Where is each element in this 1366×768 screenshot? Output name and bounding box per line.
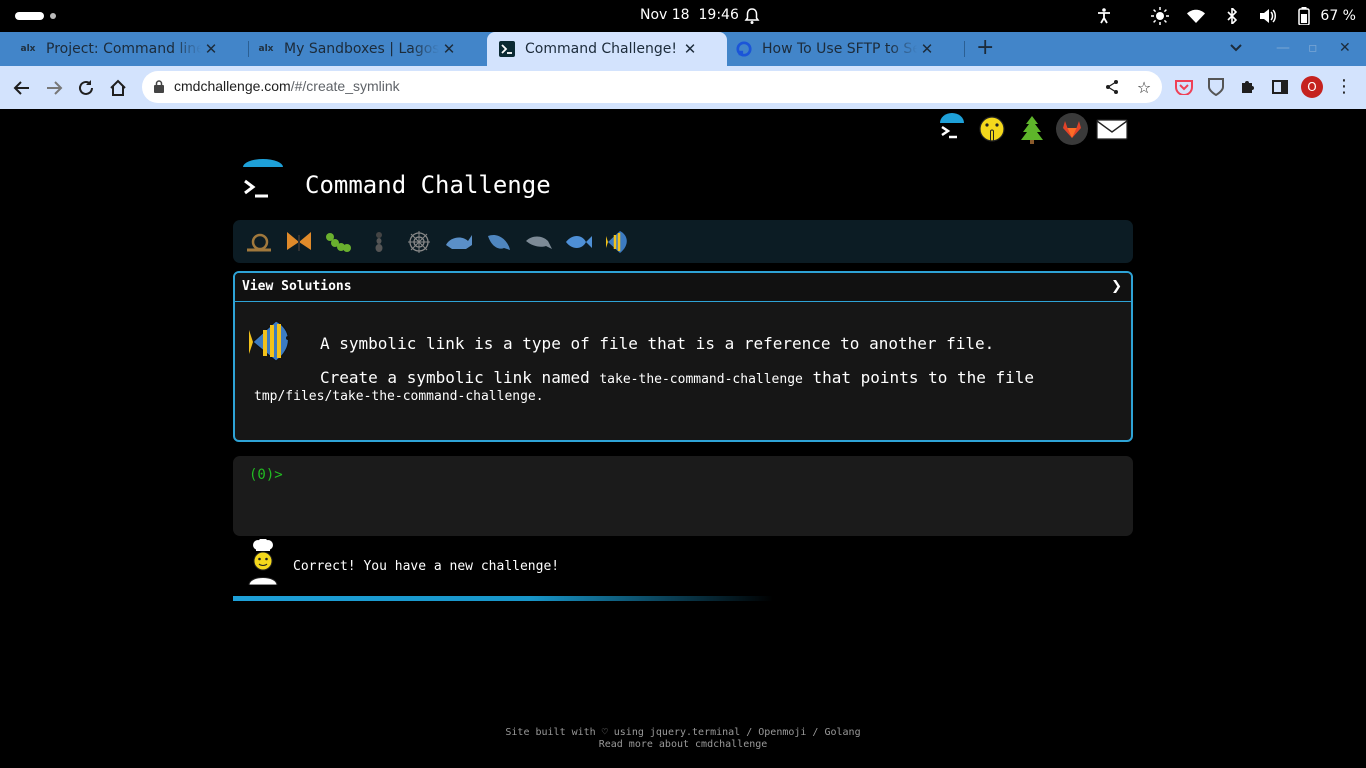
close-tab-icon[interactable]: ✕ [917, 40, 937, 58]
fish-icon[interactable] [559, 227, 599, 257]
footer: Site built with ♡ using jquery.terminal … [0, 727, 1366, 751]
cmdchallenge-logo-icon[interactable] [936, 113, 968, 145]
bookmark-star-icon[interactable]: ☆ [1134, 77, 1154, 97]
cmdchallenge-logo-icon [240, 159, 286, 203]
tab-strip: alx Project: Command line fo ✕ alx My Sa… [0, 32, 1366, 66]
view-solutions-toggle[interactable]: View Solutions ❯ [235, 273, 1131, 302]
challenge-level-bar [233, 220, 1133, 263]
tab-title: Command Challenge! [525, 41, 678, 57]
new-tab-button[interactable]: + [976, 37, 994, 59]
system-tray[interactable]: 67 % [1078, 6, 1356, 26]
close-tab-icon[interactable]: ✕ [439, 40, 459, 58]
menu-kebab-icon[interactable]: ⋮ [1335, 76, 1353, 97]
system-top-bar: Nov 18 19:46 67 % [0, 0, 1366, 32]
home-button[interactable] [106, 76, 130, 100]
footer-about-link[interactable]: Read more about cmdchallenge [0, 739, 1366, 751]
snail-icon[interactable] [239, 227, 279, 257]
social-links [936, 113, 1128, 145]
battery-percent: 67 % [1320, 8, 1356, 24]
minimize-button[interactable]: — [1276, 40, 1290, 56]
tab-my-sandboxes[interactable]: alx My Sandboxes | Lagos Int ✕ [238, 32, 486, 66]
tab-separator [964, 41, 965, 57]
workspace-dot[interactable] [50, 13, 56, 19]
bitwarden-icon[interactable] [1206, 77, 1226, 97]
share-icon[interactable] [1102, 77, 1122, 97]
chef-icon [247, 538, 279, 586]
tree-icon[interactable] [1016, 113, 1048, 145]
activities-indicator[interactable] [15, 12, 44, 20]
browser-toolbar: cmdchallenge.com/#/create_symlink ☆ O ⋮ [0, 66, 1366, 109]
progress-bar [233, 596, 1133, 601]
clock[interactable]: Nov 18 19:46 [640, 7, 739, 23]
progress-fill [233, 596, 773, 601]
lock-icon[interactable] [154, 80, 164, 93]
footer-credits[interactable]: Site built with ♡ using jquery.terminal … [0, 727, 1366, 739]
volume-icon [1258, 6, 1278, 26]
butterfly-icon[interactable] [279, 227, 319, 257]
battery-icon [1294, 6, 1314, 26]
side-panel-icon[interactable] [1270, 77, 1290, 97]
whale-icon[interactable] [439, 227, 479, 257]
shark-icon[interactable] [479, 227, 519, 257]
challenge-task: Create a symbolic link named take-the-co… [320, 368, 1035, 387]
maximize-button[interactable]: ▫ [1308, 40, 1318, 56]
close-window-button[interactable]: ✕ [1339, 40, 1351, 56]
chevron-right-icon: ❯ [1111, 279, 1122, 294]
tab-title: Project: Command line fo [46, 41, 201, 57]
forward-button[interactable] [42, 76, 66, 100]
bell-icon[interactable] [744, 7, 760, 25]
view-solutions-label: View Solutions [242, 279, 352, 294]
dolphin-icon[interactable] [519, 227, 559, 257]
gitlab-icon[interactable] [1056, 113, 1088, 145]
terminal-prompt: (0)> [249, 467, 283, 483]
address-bar[interactable]: cmdchallenge.com/#/create_symlink ☆ [142, 71, 1162, 103]
alx-favicon-icon: alx [258, 44, 274, 54]
accessibility-icon [1094, 6, 1114, 26]
reload-button[interactable] [74, 76, 98, 100]
profile-avatar[interactable]: O [1301, 76, 1323, 98]
result-message: Correct! You have a new challenge! [293, 559, 560, 574]
spider-web-icon[interactable] [399, 227, 439, 257]
challenge-panel: View Solutions ❯ A symbolic link is a ty… [233, 271, 1133, 442]
page-title: Command Challenge [305, 171, 551, 199]
back-button[interactable] [10, 76, 34, 100]
tab-title: My Sandboxes | Lagos Int [284, 41, 439, 57]
shush-face-icon[interactable] [976, 113, 1008, 145]
caterpillar-icon[interactable] [319, 227, 359, 257]
digitalocean-icon [736, 41, 752, 57]
symlink-target-code: tmp/files/take-the-command-challenge. [254, 389, 544, 404]
challenge-description: A symbolic link is a type of file that i… [320, 334, 995, 353]
tab-search-chevron-icon[interactable] [1229, 40, 1243, 58]
url-text[interactable]: cmdchallenge.com/#/create_symlink [174, 78, 400, 94]
date-label: Nov 18 [640, 7, 690, 23]
pocket-icon[interactable] [1174, 77, 1194, 97]
tab-project-command-line[interactable]: alx Project: Command line fo ✕ [0, 32, 248, 66]
tropical-fish-icon[interactable] [599, 227, 639, 257]
envelope-icon[interactable] [1096, 113, 1128, 145]
wifi-icon [1186, 6, 1206, 26]
close-tab-icon[interactable]: ✕ [680, 40, 700, 58]
alx-favicon-icon: alx [20, 44, 36, 54]
page-content: Command Challenge View Solutions ❯ A sym… [0, 109, 1366, 768]
close-tab-icon[interactable]: ✕ [201, 40, 221, 58]
time-label: 19:46 [698, 7, 739, 23]
terminal-icon [499, 41, 515, 57]
symlink-name-code: take-the-command-challenge [599, 372, 803, 387]
tab-how-to-use-sftp[interactable]: How To Use SFTP to Secu ✕ [727, 32, 967, 66]
terminal-input[interactable]: (0)> [233, 456, 1133, 536]
tropical-fish-icon [248, 318, 300, 364]
brightness-icon [1150, 6, 1170, 26]
tab-command-challenge[interactable]: Command Challenge! ✕ [487, 32, 727, 66]
bluetooth-icon [1222, 6, 1242, 26]
ant-icon[interactable] [359, 227, 399, 257]
tab-title: How To Use SFTP to Secu [762, 41, 917, 57]
extensions-puzzle-icon[interactable] [1238, 77, 1258, 97]
